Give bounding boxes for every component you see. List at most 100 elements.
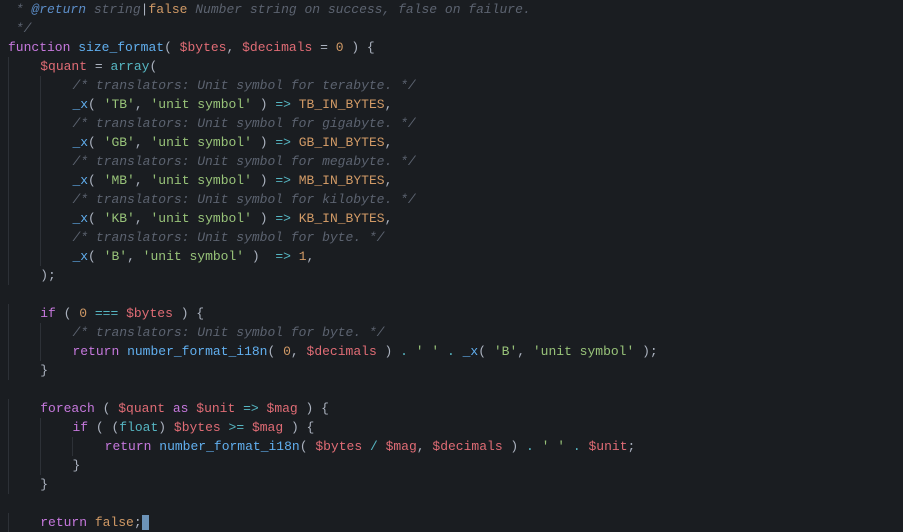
token-string: 'B'	[494, 344, 517, 359]
code-line[interactable]: _x( 'GB', 'unit symbol' ) => GB_IN_BYTES…	[8, 133, 895, 152]
code-line[interactable]: _x( 'MB', 'unit symbol' ) => MB_IN_BYTES…	[8, 171, 895, 190]
code-line[interactable]: * @return string|false Number string on …	[8, 0, 895, 19]
token-punct: ,	[291, 344, 307, 359]
token-punct: ,	[385, 135, 393, 150]
token-comment: /* translators: Unit symbol for megabyte…	[72, 154, 415, 169]
token-plain	[259, 401, 267, 416]
token-punct: ,	[517, 344, 533, 359]
token-comment: /* translators: Unit symbol for kilobyte…	[72, 192, 415, 207]
code-line[interactable]: if ( (float) $bytes >= $mag ) {	[8, 418, 895, 437]
code-line[interactable]: );	[8, 266, 895, 285]
indent-guide	[8, 76, 40, 95]
token-punct: (	[88, 173, 104, 188]
token-var: $quant	[118, 401, 165, 416]
code-line[interactable]: }	[8, 456, 895, 475]
indent-guide	[8, 475, 40, 494]
indent-guide	[8, 361, 40, 380]
indent-guide	[40, 95, 72, 114]
token-keyword: as	[173, 401, 189, 416]
code-editor[interactable]: * @return string|false Number string on …	[0, 0, 903, 532]
code-line[interactable]: /* translators: Unit symbol for byte. */	[8, 323, 895, 342]
token-var: $unit	[196, 401, 235, 416]
code-line[interactable]: }	[8, 361, 895, 380]
token-string: 'GB'	[104, 135, 135, 150]
token-keyword: return	[40, 515, 87, 530]
code-line[interactable]: _x( 'B', 'unit symbol' ) => 1,	[8, 247, 895, 266]
token-comment: Number string on success, false on failu…	[187, 2, 530, 17]
token-keyword: if	[40, 306, 56, 321]
code-line[interactable]: if ( 0 === $bytes ) {	[8, 304, 895, 323]
code-line[interactable]: /* translators: Unit symbol for byte. */	[8, 228, 895, 247]
token-string: 'MB'	[104, 173, 135, 188]
token-keyword: return	[72, 344, 119, 359]
code-line[interactable]: /* translators: Unit symbol for terabyte…	[8, 76, 895, 95]
code-line[interactable]: _x( 'KB', 'unit symbol' ) => KB_IN_BYTES…	[8, 209, 895, 228]
indent-guide	[40, 133, 72, 152]
token-punct: (	[95, 401, 118, 416]
token-func: _x	[72, 97, 88, 112]
token-punct: ,	[135, 211, 151, 226]
code-line[interactable]: /* translators: Unit symbol for kilobyte…	[8, 190, 895, 209]
token-punct: ) {	[298, 401, 329, 416]
token-number: 0	[336, 40, 344, 55]
token-punct: ,	[385, 97, 393, 112]
token-punct: ,	[385, 173, 393, 188]
token-punct: ,	[135, 97, 151, 112]
code-line[interactable]: return false;	[8, 513, 895, 532]
indent-guide	[8, 342, 40, 361]
token-punct: ,	[307, 249, 315, 264]
token-punct: }	[40, 477, 48, 492]
indent-guide	[40, 114, 72, 133]
token-string: 'KB'	[104, 211, 135, 226]
token-string: 'TB'	[104, 97, 135, 112]
code-line[interactable]: /* translators: Unit symbol for megabyte…	[8, 152, 895, 171]
indent-guide	[8, 228, 40, 247]
token-comment: */	[8, 21, 31, 36]
token-plain	[291, 97, 299, 112]
token-op: =>	[275, 211, 291, 226]
token-const: false	[95, 515, 134, 530]
token-op: .	[573, 439, 581, 454]
token-var: $decimals	[432, 439, 502, 454]
token-plain	[118, 306, 126, 321]
code-line[interactable]: $quant = array(	[8, 57, 895, 76]
code-line[interactable]: _x( 'TB', 'unit symbol' ) => TB_IN_BYTES…	[8, 95, 895, 114]
code-line[interactable]: /* translators: Unit symbol for gigabyte…	[8, 114, 895, 133]
token-func: _x	[72, 249, 88, 264]
code-line[interactable]: return number_format_i18n( 0, $decimals …	[8, 342, 895, 361]
token-func: number_format_i18n	[159, 439, 299, 454]
code-line[interactable]: return number_format_i18n( $bytes / $mag…	[8, 437, 895, 456]
token-keyword: if	[72, 420, 88, 435]
token-keyword: function	[8, 40, 70, 55]
code-line[interactable]: */	[8, 19, 895, 38]
code-line[interactable]	[8, 494, 895, 513]
token-plain	[455, 344, 463, 359]
indent-guide	[8, 57, 40, 76]
token-punct: (	[478, 344, 494, 359]
token-plain	[408, 344, 416, 359]
token-comment: /* translators: Unit symbol for gigabyte…	[72, 116, 415, 131]
indent-guide	[8, 247, 40, 266]
code-line[interactable]	[8, 285, 895, 304]
indent-guide	[40, 152, 72, 171]
token-punct: (	[88, 135, 104, 150]
token-punct: ) {	[283, 420, 314, 435]
token-plain	[439, 344, 447, 359]
token-plain	[378, 439, 386, 454]
token-op: =>	[243, 401, 259, 416]
token-punct: (	[88, 97, 104, 112]
token-var: $quant	[40, 59, 87, 74]
code-line[interactable]	[8, 380, 895, 399]
indent-guide	[8, 95, 40, 114]
token-number: 0	[79, 306, 87, 321]
indent-guide	[40, 209, 72, 228]
token-op: =>	[275, 97, 291, 112]
code-line[interactable]: function size_format( $bytes, $decimals …	[8, 38, 895, 57]
token-punct: (	[149, 59, 157, 74]
indent-guide	[40, 418, 72, 437]
code-line[interactable]: }	[8, 475, 895, 494]
indent-guide	[40, 323, 72, 342]
token-plain	[235, 401, 243, 416]
code-line[interactable]: foreach ( $quant as $unit => $mag ) {	[8, 399, 895, 418]
indent-guide	[40, 437, 72, 456]
